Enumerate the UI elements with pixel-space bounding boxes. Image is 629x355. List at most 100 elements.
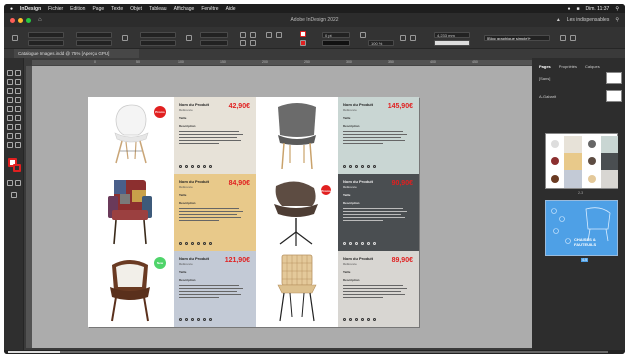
fill-swatch-icon[interactable] [300,31,306,37]
menu-view[interactable]: Affichage [174,6,195,12]
stroke-swatch-icon[interactable] [300,40,306,46]
shear-field[interactable] [200,40,228,46]
product-image-6[interactable] [256,251,338,327]
type-tool-icon[interactable] [7,88,13,94]
rotate-cw-icon[interactable] [240,32,246,38]
apple-icon[interactable]: ● [10,6,13,12]
grey-upholstered-chair-icon [278,103,316,170]
master-none-thumbnail[interactable] [606,72,622,84]
product-image-2[interactable] [256,97,338,174]
gradient-tool-icon[interactable] [15,124,21,130]
menu-object[interactable]: Objet [130,6,142,12]
panel-menu-icon[interactable] [570,35,576,41]
scale-y-field[interactable] [140,40,176,46]
description-text [343,208,414,221]
menu-edit[interactable]: Edition [70,6,85,12]
master-a-label[interactable]: A-Gabarit [539,94,556,99]
tools-panel [4,58,24,350]
flip-vertical-icon[interactable] [250,40,256,46]
type-on-path-tool-icon[interactable] [15,88,21,94]
clock[interactable]: Dim. 11:37 [586,6,610,12]
product-price: 42,90€ [228,103,250,110]
feature-icons [343,318,376,321]
pencil-tool-icon[interactable] [7,106,13,112]
catalog-spread[interactable]: Promo Nom du Produit Référence 42,90€ Ta… [88,97,419,327]
menu-text[interactable]: Texte [111,6,123,12]
scissors-tool-icon[interactable] [15,115,21,121]
product-description-label: Description [179,278,196,282]
stroke-weight-field[interactable]: 0 pt [322,32,350,38]
tab-properties[interactable]: Propriétés [559,64,577,69]
product-info-4[interactable]: Nom du Produit Référence 90,90€ Taille D… [338,174,419,251]
effects-icon[interactable] [360,32,366,38]
zoom-tool-icon[interactable] [15,142,21,148]
text-wrap-icon[interactable] [400,35,406,41]
rotation-field[interactable] [200,32,228,38]
menu-window[interactable]: Fenêtre [201,6,218,12]
object-style-select[interactable]: [Bloc graphique simple]+ [484,35,550,41]
master-none-label[interactable]: [Sans] [539,76,550,81]
product-info-1[interactable]: Nom du Produit Référence 42,90€ Taille D… [174,97,256,174]
product-info-2[interactable]: Nom du Produit Référence 145,90€ Taille … [338,97,419,174]
quick-apply-icon[interactable] [560,35,566,41]
scroll-track[interactable] [8,351,608,353]
constrain-proportions-icon[interactable] [122,35,128,41]
menu-help[interactable]: Aide [226,6,236,12]
page-tool-icon[interactable] [7,79,13,85]
width-field[interactable] [76,32,112,38]
master-a-thumbnail[interactable] [606,90,622,102]
search-icon[interactable]: ⚲ [615,17,619,23]
gap-tool-icon[interactable] [15,79,21,85]
scale-x-field[interactable] [140,32,176,38]
product-image-1[interactable]: Promo [88,97,174,174]
menu-page[interactable]: Page [92,6,104,12]
product-info-6[interactable]: Nom du Produit Référence 89,90€ Taille D… [338,251,419,327]
product-image-5[interactable]: New [88,251,174,327]
line-tool-icon[interactable] [7,97,13,103]
rectangle-frame-tool-icon[interactable] [15,106,21,112]
menu-table[interactable]: Tableau [149,6,167,12]
menu-app[interactable]: InDesign [20,6,41,12]
apply-color-icon[interactable] [7,180,13,186]
workspace-switcher[interactable]: Les indispensables [567,17,610,23]
flip-horizontal-icon[interactable] [240,40,246,46]
wifi-icon[interactable]: ● [567,6,570,12]
spread-thumbnail-2-3[interactable] [545,133,618,189]
eyedropper-tool-icon[interactable] [15,133,21,139]
product-image-3[interactable] [88,174,174,251]
hand-tool-icon[interactable] [7,142,13,148]
control-center-icon[interactable]: ■ [576,6,579,12]
constrain-scale-icon[interactable] [186,35,192,41]
reference-point-icon[interactable] [12,35,18,41]
opacity-field[interactable]: 100 % [368,40,394,46]
select-content-icon[interactable] [276,32,282,38]
apply-none-icon[interactable] [15,180,21,186]
product-info-5[interactable]: Nom du Produit Référence 121,90€ Taille … [174,251,256,327]
tab-pages[interactable]: Pages [539,64,551,69]
spread-thumbnail-4-5[interactable]: CHAISES & FAUTEUILS [545,200,618,256]
search-icon[interactable]: ⚲ [615,6,619,12]
free-transform-tool-icon[interactable] [7,124,13,130]
tab-layers[interactable]: Calques [585,64,600,69]
pen-tool-icon[interactable] [15,97,21,103]
rectangle-tool-icon[interactable] [7,115,13,121]
height-field[interactable] [76,40,112,46]
scroll-thumb[interactable] [8,351,60,353]
screen-mode-icon[interactable] [11,192,17,198]
corner-shape-select[interactable] [434,40,470,46]
x-position-field[interactable] [28,32,64,38]
corner-radius-field[interactable]: 4,233 mm [434,32,470,38]
stroke-color-icon[interactable] [13,164,21,172]
document-tab[interactable]: Catalogue Images.indd @ 75% [Aperçu GPU] [14,49,139,58]
rotate-ccw-icon[interactable] [250,32,256,38]
menu-file[interactable]: Fichier [48,6,63,12]
note-tool-icon[interactable] [7,133,13,139]
direct-selection-tool-icon[interactable] [15,70,21,76]
select-container-icon[interactable] [266,32,272,38]
share-icon[interactable]: ▲ [556,17,561,23]
product-info-3[interactable]: Nom du Produit Référence 84,90€ Taille D… [174,174,256,251]
selection-tool-icon[interactable] [7,70,13,76]
y-position-field[interactable] [28,40,64,46]
stroke-type-select[interactable] [322,40,350,46]
fit-frame-icon[interactable] [410,35,416,41]
